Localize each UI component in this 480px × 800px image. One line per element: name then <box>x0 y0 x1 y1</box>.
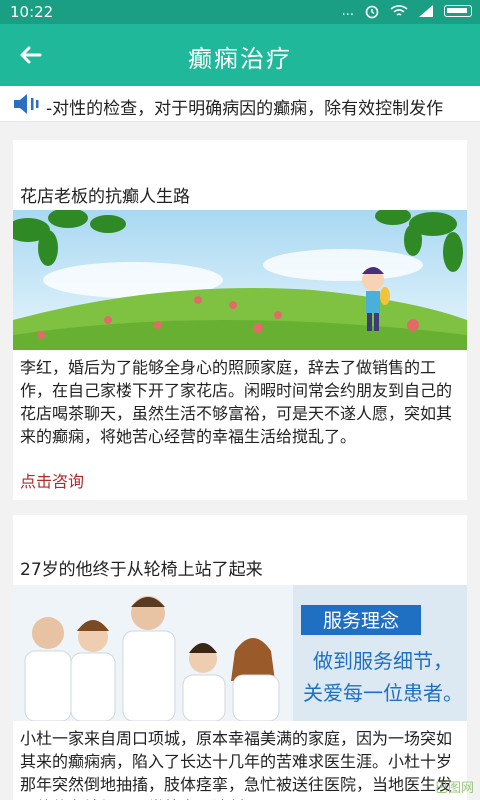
status-icons: ... <box>342 3 472 19</box>
banner-line2: 关爱每一位患者。 <box>303 681 463 705</box>
wifi-icon <box>390 5 408 16</box>
app-bar: 癫痫治疗 <box>0 24 480 86</box>
article-image: 服务理念 做到服务细节， 关爱每一位患者。 <box>13 585 467 721</box>
article-title[interactable]: 27岁的他终于从轮椅上站了起来 <box>20 555 263 580</box>
alarm-icon <box>365 5 379 19</box>
article-image <box>13 210 467 350</box>
speaker-icon <box>14 94 39 114</box>
article-body: 李红，婚后为了能够全身心的照顾家庭，辞去了做销售的工作，在自己家楼下开了家花店。… <box>20 358 453 446</box>
banner-heading: 服务理念 <box>323 609 399 632</box>
watermark: 巴图网 <box>434 781 474 796</box>
status-bar: 10:22 ... <box>0 0 480 24</box>
banner-line1: 做到服务细节， <box>313 649 453 673</box>
signal-dots: ... <box>341 3 354 19</box>
signal-icon <box>419 5 433 17</box>
page-title: 癫痫治疗 <box>188 45 292 73</box>
article-body: 小杜一家来自周口项城，原本幸福美满的家庭，因为一场突如其来的癫痫病，陷入了长达十… <box>20 729 453 800</box>
article-title[interactable]: 花店老板的抗癫人生路 <box>20 182 190 207</box>
status-time: 10:22 <box>10 3 54 21</box>
battery-icon <box>444 5 472 17</box>
notice-text: -对性的检查，对于明确病因的癫痫，除有效控制发作 <box>46 99 444 119</box>
article-card[interactable]: 花店老板的抗癫人生路 李红，婚后为了能够全身心的照顾家庭，辞去了做销售的工作，在… <box>13 140 467 500</box>
consult-link[interactable]: 点击咨询 <box>20 468 84 492</box>
notice-marquee[interactable]: -对性的检查，对于明确病因的癫痫，除有效控制发作 <box>0 86 480 122</box>
article-card[interactable]: 27岁的他终于从轮椅上站了起来 服务理念 做到服务细节， 关爱每一位患者。 小杜… <box>13 515 467 800</box>
